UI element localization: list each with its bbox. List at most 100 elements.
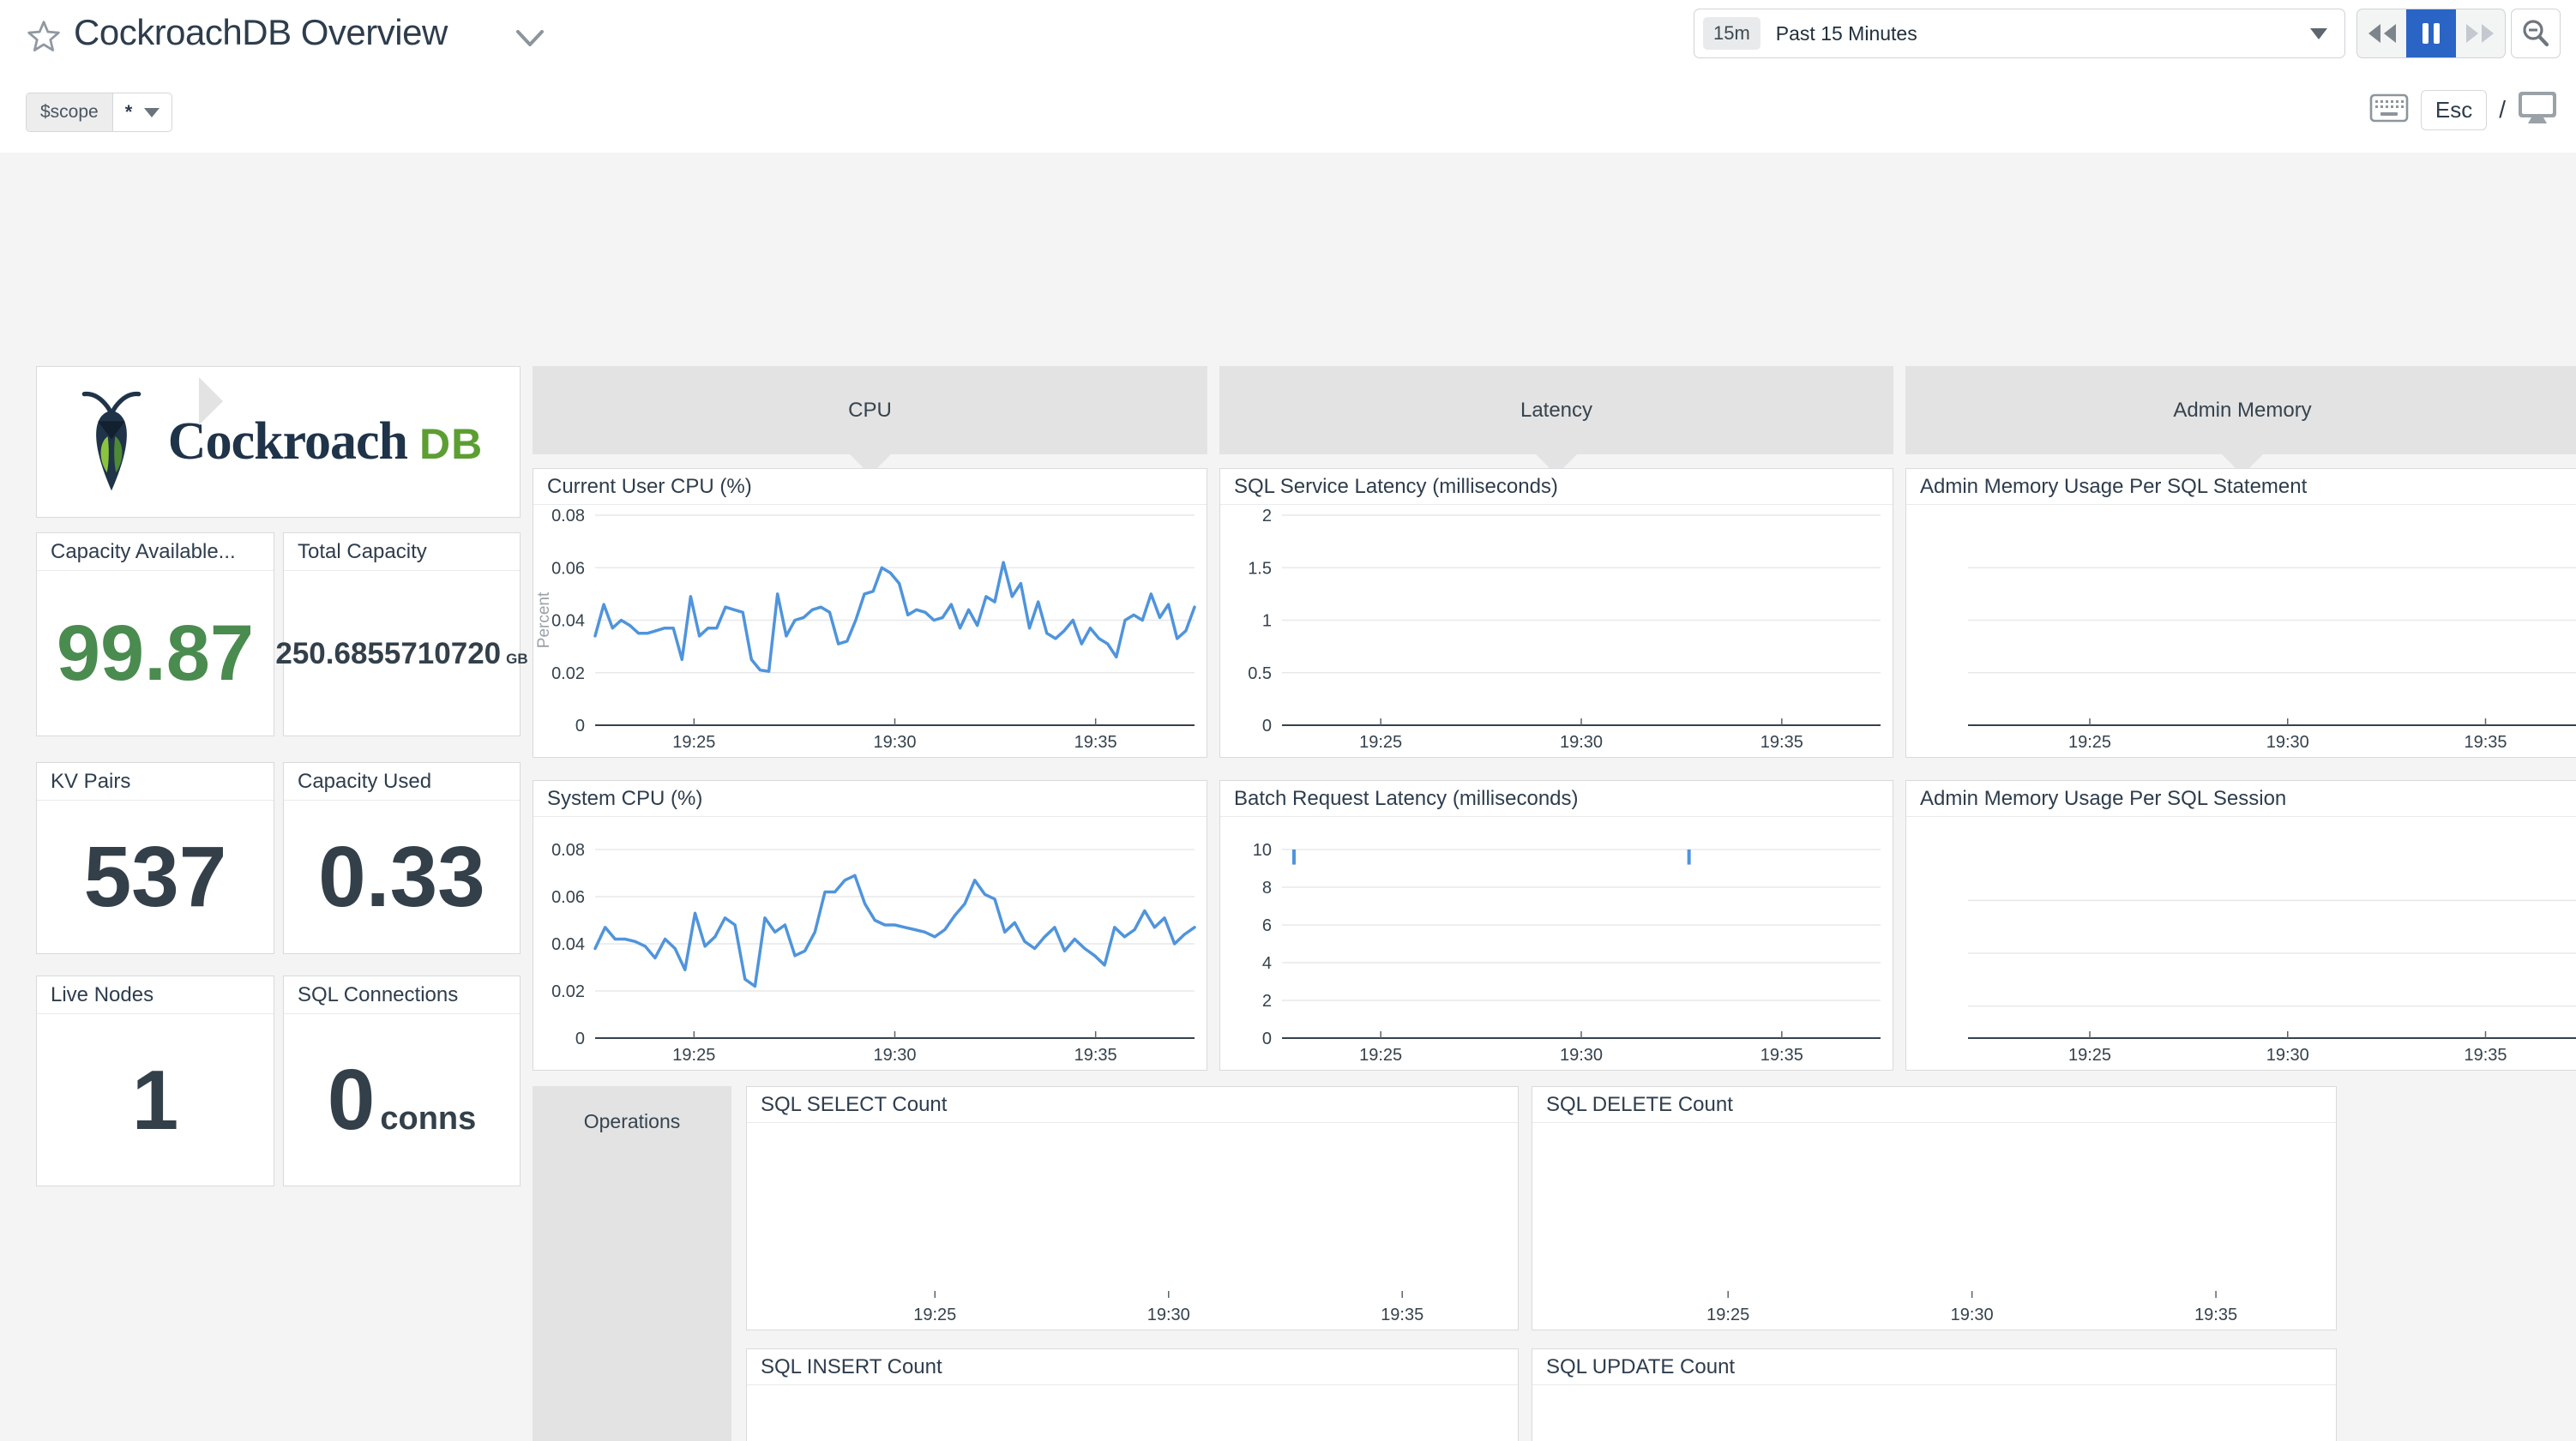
dashboard-canvas: CockroachDB Capacity Available... 99.87 … xyxy=(0,153,2576,1441)
svg-text:2: 2 xyxy=(1262,992,1272,1011)
svg-text:Percent: Percent xyxy=(535,591,553,648)
chart-title: Batch Request Latency (milliseconds) xyxy=(1220,781,1893,817)
chart-title: Admin Memory Usage Per SQL Statement xyxy=(1906,469,2576,505)
chart-title: SQL INSERT Count xyxy=(747,1349,1518,1385)
svg-text:0.02: 0.02 xyxy=(551,982,585,1001)
svg-text:19:35: 19:35 xyxy=(1074,733,1117,752)
page-title: CockroachDB Overview xyxy=(74,12,448,53)
svg-text:0: 0 xyxy=(1262,1030,1272,1048)
stat-title: Capacity Used xyxy=(284,763,520,801)
svg-text:2: 2 xyxy=(1262,507,1272,525)
svg-text:19:35: 19:35 xyxy=(1381,1306,1423,1324)
stat-title: SQL Connections xyxy=(284,976,520,1014)
svg-text:0: 0 xyxy=(575,1030,585,1048)
stat-value: 537 xyxy=(84,834,227,920)
svg-text:19:25: 19:25 xyxy=(1359,1046,1402,1065)
template-variable-scope[interactable]: $scope * xyxy=(26,93,172,132)
svg-text:10: 10 xyxy=(1253,841,1272,860)
svg-text:19:30: 19:30 xyxy=(873,733,916,752)
stat-panel-capacity-available[interactable]: Capacity Available... 99.87 xyxy=(36,532,274,736)
chart-sql-update-count[interactable]: SQL UPDATE Count 19:2519:3019:35 xyxy=(1532,1348,2337,1441)
stat-panel-kv-pairs[interactable]: KV Pairs 537 xyxy=(36,762,274,954)
svg-text:19:35: 19:35 xyxy=(1760,733,1803,752)
chart-title: Admin Memory Usage Per SQL Session xyxy=(1906,781,2576,817)
favorite-star-icon[interactable] xyxy=(26,19,62,55)
chart-current-user-cpu[interactable]: Current User CPU (%) 00.020.040.060.0819… xyxy=(533,468,1207,758)
svg-text:19:25: 19:25 xyxy=(1706,1306,1749,1324)
fast-forward-button[interactable] xyxy=(2456,9,2505,57)
pause-button[interactable] xyxy=(2406,9,2455,57)
svg-text:19:30: 19:30 xyxy=(2266,733,2309,752)
chart-sql-insert-count[interactable]: SQL INSERT Count 19:2519:3019:35 xyxy=(746,1348,1519,1441)
group-label: Admin Memory xyxy=(2173,399,2311,423)
stat-title: Total Capacity xyxy=(284,533,520,571)
stat-value: 0.33 xyxy=(318,834,485,920)
title-chevron-down-icon[interactable] xyxy=(515,27,545,50)
stat-title: Live Nodes xyxy=(37,976,274,1014)
chart-batch-request-latency[interactable]: Batch Request Latency (milliseconds) 0 2 4… xyxy=(1219,780,1893,1071)
svg-text:1: 1 xyxy=(1262,612,1272,631)
svg-text:0: 0 xyxy=(1262,717,1272,736)
svg-text:4: 4 xyxy=(1262,954,1272,973)
chart-sql-service-latency[interactable]: SQL Service Latency (milliseconds) 00.51… xyxy=(1219,468,1893,758)
svg-text:19:30: 19:30 xyxy=(1147,1306,1190,1324)
svg-text:19:30: 19:30 xyxy=(873,1046,916,1065)
svg-text:0.06: 0.06 xyxy=(551,559,585,578)
svg-text:19:30: 19:30 xyxy=(1560,733,1603,752)
svg-text:19:35: 19:35 xyxy=(2194,1306,2237,1324)
svg-text:0.02: 0.02 xyxy=(551,664,585,683)
svg-text:0.04: 0.04 xyxy=(551,612,585,631)
stat-value: 250.6855710720 xyxy=(275,639,501,669)
group-header-cpu[interactable]: CPU xyxy=(533,366,1207,454)
group-header-latency[interactable]: Latency xyxy=(1219,366,1893,454)
stat-value: 1 xyxy=(132,1058,179,1142)
group-label: Latency xyxy=(1520,399,1592,423)
chart-admin-memory-per-sql-statement[interactable]: Admin Memory Usage Per SQL Statement 19:… xyxy=(1905,468,2576,758)
esc-button[interactable]: Esc xyxy=(2421,90,2487,130)
chart-title: Current User CPU (%) xyxy=(533,469,1207,505)
svg-text:19:35: 19:35 xyxy=(2464,1046,2507,1065)
stat-panel-live-nodes[interactable]: Live Nodes 1 xyxy=(36,976,274,1186)
svg-text:19:35: 19:35 xyxy=(1760,1046,1803,1065)
slash-separator: / xyxy=(2499,96,2506,123)
chart-title: SQL DELETE Count xyxy=(1532,1087,2336,1123)
stat-panel-sql-connections[interactable]: SQL Connections 0conns xyxy=(283,976,521,1186)
stat-panel-total-capacity[interactable]: Total Capacity 250.6855710720GB xyxy=(283,532,521,736)
chart-sql-delete-count[interactable]: SQL DELETE Count 19:25 19:30 19:35 xyxy=(1532,1086,2337,1330)
svg-text:19:35: 19:35 xyxy=(1074,1046,1117,1065)
svg-text:19:35: 19:35 xyxy=(2464,733,2507,752)
stat-title: KV Pairs xyxy=(37,763,274,801)
svg-text:19:25: 19:25 xyxy=(913,1306,956,1324)
tv-mode-icon[interactable] xyxy=(2518,91,2557,129)
magnifier-minus-icon xyxy=(2519,17,2552,50)
svg-text:0.5: 0.5 xyxy=(1248,664,1272,683)
zoom-out-button[interactable] xyxy=(2511,9,2561,58)
chart-sql-select-count[interactable]: SQL SELECT Count 19:2519:3019:35 xyxy=(746,1086,1519,1330)
time-range-label: Past 15 Minutes xyxy=(1776,22,1917,45)
svg-text:0.08: 0.08 xyxy=(551,507,585,525)
scope-variable-label: $scope xyxy=(27,93,113,131)
cockroach-bug-icon xyxy=(74,389,149,495)
svg-text:19:30: 19:30 xyxy=(1951,1306,1994,1324)
stat-value: 99.87 xyxy=(57,614,254,693)
stat-value: 0 xyxy=(328,1057,376,1143)
time-range-picker[interactable]: 15m Past 15 Minutes xyxy=(1694,9,2345,58)
svg-text:1.5: 1.5 xyxy=(1248,559,1272,578)
chart-title: System CPU (%) xyxy=(533,781,1207,817)
scope-caret-icon xyxy=(144,108,159,117)
group-header-admin-memory[interactable]: Admin Memory xyxy=(1905,366,2576,454)
svg-text:19:25: 19:25 xyxy=(672,1046,715,1065)
svg-text:19:25: 19:25 xyxy=(672,733,715,752)
svg-text:19:25: 19:25 xyxy=(1359,733,1402,752)
group-header-operations[interactable]: Operations xyxy=(533,1086,731,1441)
svg-text:0.08: 0.08 xyxy=(551,841,585,860)
time-range-badge: 15m xyxy=(1703,17,1760,50)
svg-text:19:25: 19:25 xyxy=(2068,733,2111,752)
group-notch xyxy=(199,377,223,425)
chart-system-cpu[interactable]: System CPU (%) 00.020.040.060.0819:2519:… xyxy=(533,780,1207,1071)
rewind-button[interactable] xyxy=(2357,9,2406,57)
keyboard-icon[interactable] xyxy=(2369,93,2409,127)
stat-unit: conns xyxy=(380,1102,476,1135)
chart-admin-memory-per-sql-session[interactable]: Admin Memory Usage Per SQL Session 19:25… xyxy=(1905,780,2576,1071)
stat-panel-capacity-used[interactable]: Capacity Used 0.33 xyxy=(283,762,521,954)
